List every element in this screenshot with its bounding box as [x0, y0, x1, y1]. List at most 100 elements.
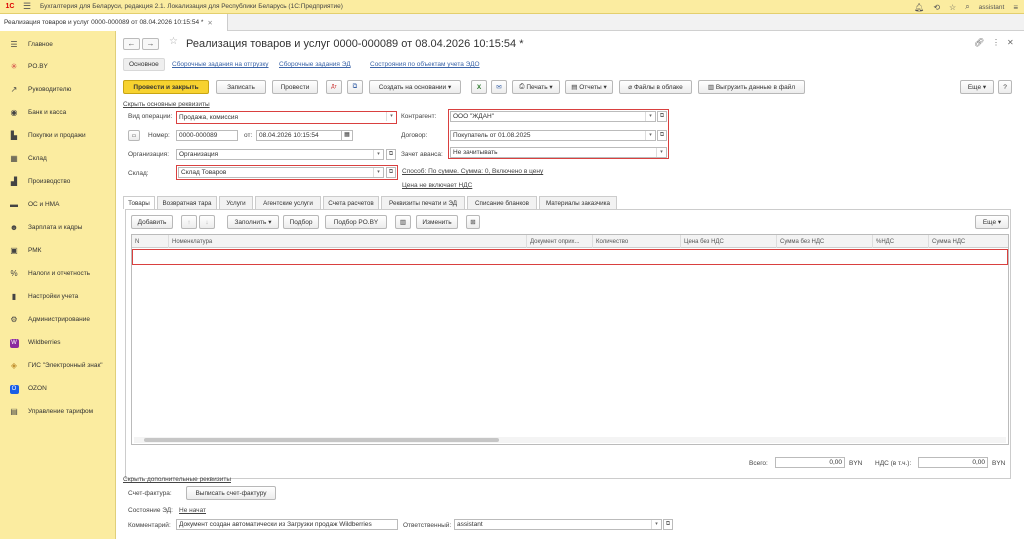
open-icon[interactable]: ⧉ [657, 130, 667, 141]
move-down-button[interactable]: ↓ [199, 215, 215, 229]
col-receipt-doc[interactable]: Документ оприх... [526, 235, 592, 248]
tab-print-details[interactable]: Реквизиты печати и ЭД [381, 196, 465, 209]
sidebar-item-tariff[interactable]: ▤ Управление тарифом [0, 402, 116, 420]
star-icon[interactable]: ☆ [949, 3, 956, 12]
horizontal-scrollbar[interactable] [134, 437, 1006, 443]
dt-kt-icon[interactable]: Дт [326, 80, 342, 94]
tab-agent-services[interactable]: Агентские услуги [255, 196, 321, 209]
table-row[interactable] [132, 249, 1008, 265]
hide-main-details-link[interactable]: Скрыть основные реквизиты [123, 101, 210, 108]
chevron-down-icon[interactable]: ▾ [651, 520, 661, 529]
send-icon[interactable]: ✉ [491, 80, 507, 94]
col-nomenclature[interactable]: Номенклатура [168, 235, 526, 248]
post-button[interactable]: Провести [272, 80, 318, 94]
open-icon[interactable]: ⧉ [386, 167, 396, 178]
change-button[interactable]: Изменить [416, 215, 458, 229]
post-and-close-button[interactable]: Провести и закрыть [123, 80, 209, 94]
select-poby-button[interactable]: Подбор PO.BY [325, 215, 387, 229]
calendar-icon[interactable]: ▦ [341, 130, 353, 141]
sidebar-item-poby[interactable]: ✳ PO.BY [0, 57, 116, 75]
sidebar-item-production[interactable]: ▟ Производство [0, 172, 116, 190]
tab-customer-materials[interactable]: Материалы заказчика [539, 196, 617, 209]
contract-field[interactable]: Покупатель от 01.08.2025 ▾ [450, 130, 656, 141]
chevron-down-icon[interactable]: ▾ [386, 112, 396, 121]
responsible-field[interactable]: assistant ▾ [454, 519, 662, 530]
sidebar-item-main[interactable]: ☰ Главное [0, 35, 116, 53]
fill-button[interactable]: Заполнить ▾ [227, 215, 279, 229]
comment-field[interactable]: Документ создан автоматически из Загрузк… [176, 519, 398, 530]
table-more-button[interactable]: Еще ▾ [975, 215, 1009, 229]
close-tab-icon[interactable]: ✕ [207, 19, 212, 27]
sidebar-item-manager[interactable]: ↗ Руководителю [0, 80, 116, 98]
col-sum-no-vat[interactable]: Сумма без НДС [776, 235, 872, 248]
sidebar-item-admin[interactable]: ⚙ Администрирование [0, 310, 116, 328]
sidebar-item-rmk[interactable]: ▣ РМК [0, 241, 116, 259]
advance-field[interactable]: Не зачитывать ▾ [450, 147, 667, 158]
create-based-on-button[interactable]: Создать на основании ▾ [369, 80, 461, 94]
sidebar-item-assets[interactable]: ▬ ОС и НМА [0, 195, 116, 213]
operation-type-field[interactable]: Продажа, комиссия ▾ [176, 111, 397, 124]
organization-field[interactable]: Организация ▾ [176, 149, 384, 160]
sidebar-item-purchases[interactable]: ▙ Покупки и продажи [0, 126, 116, 144]
structure-icon[interactable]: ⧉ [347, 80, 363, 94]
tab-services[interactable]: Услуги [219, 196, 253, 209]
excel-icon[interactable]: X [471, 80, 487, 94]
favorite-star-icon[interactable]: ☆ [169, 36, 178, 47]
col-quantity[interactable]: Количество [592, 235, 680, 248]
scrollbar-thumb[interactable] [144, 438, 499, 442]
chevron-down-icon[interactable]: ▾ [373, 150, 383, 159]
forward-button[interactable]: → [142, 38, 159, 50]
col-vat-sum[interactable]: Сумма НДС [928, 235, 1008, 248]
user-name[interactable]: assistant [979, 4, 1005, 11]
export-file-button[interactable]: ▥ Выгрузить данные в файл [698, 80, 805, 94]
open-icon[interactable]: ⧉ [386, 149, 396, 160]
number-edit-icon[interactable]: ▭ [128, 130, 140, 141]
warehouse-field[interactable]: Склад Товаров ▾ [178, 167, 384, 178]
issue-invoice-button[interactable]: Выписать счет-фактуру [186, 486, 276, 500]
search-icon[interactable]: ⌕ [965, 2, 969, 12]
open-icon[interactable]: ⧉ [657, 111, 667, 122]
reports-button[interactable]: ▤ Отчеты ▾ [565, 80, 613, 94]
col-n[interactable]: N [132, 235, 168, 248]
chevron-down-icon[interactable]: ▾ [373, 168, 383, 177]
subtab-assembly-shipping[interactable]: Сборочные задания на отгрузку [167, 58, 274, 71]
select-button[interactable]: Подбор [283, 215, 319, 229]
sidebar-item-settings[interactable]: ▮ Настройки учета [0, 287, 116, 305]
sidebar-item-salary[interactable]: ☻ Зарплата и кадры [0, 218, 116, 236]
sidebar-item-gis[interactable]: ◈ ГИС "Электронный знак" [0, 356, 116, 374]
subtab-main[interactable]: Основное [123, 58, 165, 71]
sidebar-item-warehouse[interactable]: ▦ Склад [0, 149, 116, 167]
hamburger-menu-icon[interactable]: ☰ [20, 1, 34, 12]
bell-icon[interactable]: 🔔︎ [914, 3, 924, 12]
tab-goods[interactable]: Товары [123, 196, 155, 209]
chevron-down-icon[interactable]: ▾ [645, 112, 655, 121]
more-button[interactable]: Еще ▾ [960, 80, 994, 94]
link-icon[interactable]: 🔗︎ [974, 38, 984, 47]
tab-settlement-accounts[interactable]: Счета расчетов [323, 196, 379, 209]
move-up-button[interactable]: ↑ [181, 215, 197, 229]
history-icon[interactable]: ⟲ [933, 3, 940, 12]
tab-forms-writeoff[interactable]: Списание бланков [467, 196, 537, 209]
open-icon[interactable]: ⧉ [663, 519, 673, 530]
settings-menu-icon[interactable]: ≡ [1013, 3, 1018, 12]
close-icon[interactable]: ✕ [1007, 38, 1014, 47]
sidebar-item-taxes[interactable]: % Налоги и отчетность [0, 264, 116, 282]
ed-state-link[interactable]: Не начат [179, 507, 206, 514]
print-button[interactable]: ⎙ Печать ▾ [512, 80, 560, 94]
more-vertical-icon[interactable]: ⋮ [992, 38, 1000, 47]
help-button[interactable]: ? [998, 80, 1012, 94]
subtab-assembly-ed[interactable]: Сборочные задания ЭД [274, 58, 356, 71]
hide-extra-details-link[interactable]: Скрыть дополнительные реквизиты [123, 476, 231, 483]
files-cloud-button[interactable]: ⌀ Файлы в облаке [619, 80, 692, 94]
back-button[interactable]: ← [123, 38, 140, 50]
sidebar-item-bank[interactable]: ◉ Банк и касса [0, 103, 116, 121]
chevron-down-icon[interactable]: ▾ [645, 131, 655, 140]
save-button[interactable]: Записать [216, 80, 266, 94]
barcode-icon[interactable]: ▥ [395, 215, 411, 229]
col-price-no-vat[interactable]: Цена без НДС [680, 235, 776, 248]
sidebar-item-ozon[interactable]: O OZON [0, 379, 116, 397]
number-field[interactable]: 0000-000089 [176, 130, 238, 141]
date-field[interactable]: 08.04.2026 10:15:54 [256, 130, 342, 141]
add-row-button[interactable]: Добавить [131, 215, 173, 229]
advance-method-link[interactable]: Способ: По сумме. Сумма: 0, Включено в ц… [402, 168, 543, 175]
